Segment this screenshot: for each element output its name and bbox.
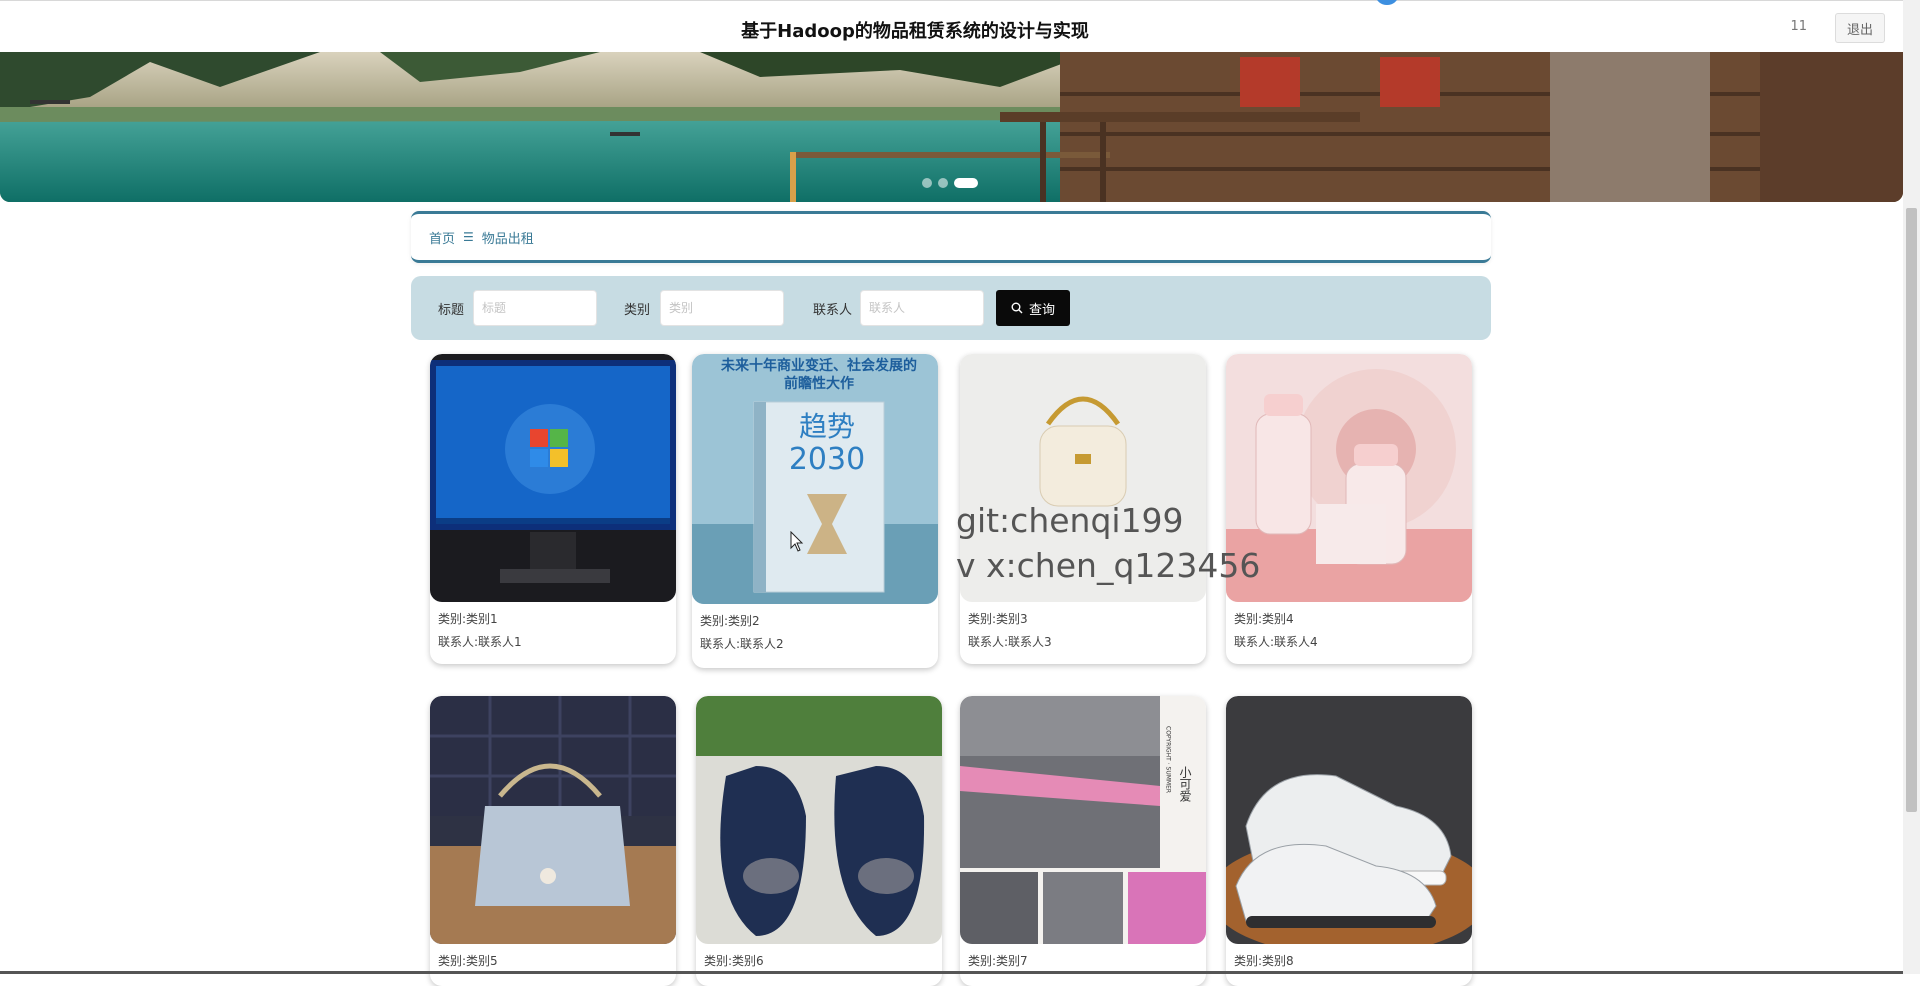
scrollbar-thumb[interactable] — [1906, 208, 1917, 812]
svg-text:小可爱: 小可爱 — [1178, 766, 1192, 802]
title-label: 标题 — [438, 303, 465, 318]
item-category: 类别:类别4 — [1234, 612, 1294, 626]
item-category: 类别:类别7 — [968, 954, 1028, 968]
svg-text:前瞻性大作: 前瞻性大作 — [784, 375, 854, 392]
carousel-dot-active[interactable] — [954, 178, 978, 188]
floating-bubble-icon — [1376, 0, 1398, 5]
item-card[interactable]: 类别:类别6 — [696, 696, 942, 986]
breadcrumb-current[interactable]: 物品出租 — [482, 228, 534, 247]
svg-text:未来十年商业变迁、社会发展的: 未来十年商业变迁、社会发展的 — [721, 357, 917, 374]
item-image — [1226, 696, 1472, 944]
carousel-indicators — [922, 178, 978, 188]
query-button-label: 查询 — [1028, 302, 1055, 318]
item-card[interactable]: 未来十年商业变迁、社会发展的 前瞻性大作 趋势 2030 类别:类别2 联系人:… — [692, 354, 938, 668]
item-image: 小可爱 COPYRIGHT · SUMMER — [960, 696, 1206, 944]
search-icon — [1011, 302, 1023, 314]
item-image — [1226, 354, 1472, 602]
top-header: 基于Hadoop的物品租赁系统的设计与实现 11 退出 — [0, 0, 1903, 53]
item-card[interactable]: 小可爱 COPYRIGHT · SUMMER 类别:类别7 — [960, 696, 1206, 986]
bedding-photo: 小可爱 COPYRIGHT · SUMMER — [960, 696, 1206, 944]
mouse-cursor-icon — [790, 531, 804, 552]
item-card[interactable]: 类别:类别3 联系人:联系人3 — [960, 354, 1206, 664]
item-contact: 联系人:联系人1 — [438, 635, 522, 649]
breadcrumb-separator-icon: ☰ — [463, 230, 474, 244]
item-category: 类别:类别8 — [1234, 954, 1294, 968]
item-image — [696, 696, 942, 944]
item-card[interactable]: 类别:类别8 — [1226, 696, 1472, 986]
username: 11 — [1790, 19, 1807, 34]
query-button[interactable]: 查询 — [996, 290, 1070, 326]
svg-text:2030: 2030 — [789, 442, 865, 477]
item-card[interactable]: 类别:类别1 联系人:联系人1 — [430, 354, 676, 664]
title-search-input[interactable] — [473, 290, 597, 326]
book-photo: 未来十年商业变迁、社会发展的 前瞻性大作 趋势 2030 — [692, 354, 938, 604]
item-image: 未来十年商业变迁、社会发展的 前瞻性大作 趋势 2030 — [692, 354, 938, 604]
item-category: 类别:类别2 — [700, 614, 760, 628]
carousel-dot[interactable] — [922, 178, 932, 188]
baby-bottle-photo — [1226, 354, 1472, 602]
carousel-dot[interactable] — [938, 178, 948, 188]
item-category: 类别:类别5 — [438, 954, 498, 968]
breadcrumb-home[interactable]: 首页 — [429, 228, 455, 247]
item-contact: 联系人:联系人3 — [968, 635, 1052, 649]
monitor-photo — [430, 354, 676, 602]
contact-label: 联系人 — [813, 303, 853, 318]
item-image — [960, 354, 1206, 602]
purse-photo — [430, 696, 676, 944]
shoes-photo — [696, 696, 942, 944]
item-image — [430, 696, 676, 944]
svg-text:趋势: 趋势 — [799, 410, 855, 443]
item-category: 类别:类别3 — [968, 612, 1028, 626]
item-card[interactable]: 类别:类别5 — [430, 696, 676, 986]
item-category: 类别:类别1 — [438, 612, 498, 626]
category-label: 类别 — [624, 303, 651, 318]
item-category: 类别:类别6 — [704, 954, 764, 968]
site-title: 基于Hadoop的物品租赁系统的设计与实现 — [741, 21, 1089, 42]
handbag-photo — [960, 354, 1206, 602]
item-image — [430, 354, 676, 602]
breadcrumb: 首页 ☰ 物品出租 — [411, 211, 1491, 263]
banner-carousel — [0, 52, 1903, 202]
item-contact: 联系人:联系人4 — [1234, 635, 1318, 649]
item-contact: 联系人:联系人2 — [700, 637, 784, 651]
search-bar: 标题 类别 联系人 查询 — [411, 276, 1491, 340]
page-scrollbar[interactable] — [1903, 0, 1920, 974]
category-search-input[interactable] — [660, 290, 784, 326]
contact-search-input[interactable] — [860, 290, 984, 326]
item-card[interactable]: 类别:类别4 联系人:联系人4 — [1226, 354, 1472, 664]
svg-text:COPYRIGHT · SUMMER: COPYRIGHT · SUMMER — [1165, 726, 1172, 793]
sneaker-photo — [1226, 696, 1472, 944]
logout-button[interactable]: 退出 — [1835, 13, 1885, 43]
